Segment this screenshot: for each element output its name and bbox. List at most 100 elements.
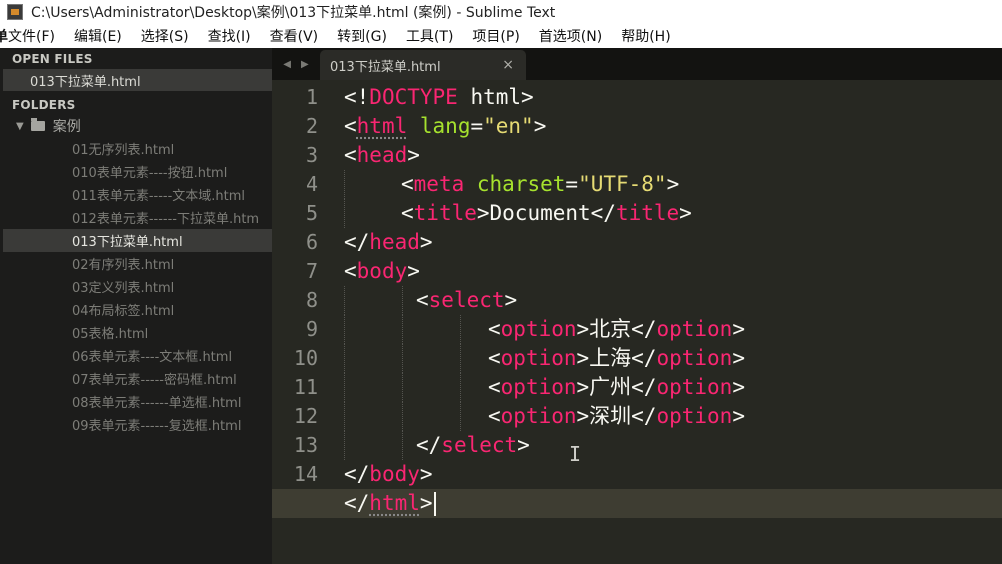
menu-cut-char: 单	[0, 29, 8, 45]
code-line: <option>北京</option>	[344, 315, 1002, 344]
code-token: select	[441, 433, 518, 457]
open-files-header: OPEN FILES	[12, 52, 93, 66]
code-token: "UTF-8"	[578, 172, 667, 196]
code-area[interactable]: <!DOCTYPE html> <html lang="en"> <head> …	[272, 83, 1002, 518]
code-line: <title>Document</title>	[344, 199, 1002, 228]
code-token: html	[369, 491, 420, 515]
code-token: >广州</	[576, 375, 657, 399]
line-number: 6	[305, 230, 318, 254]
code-line: <select>	[344, 286, 1002, 315]
line-number: 9	[305, 317, 318, 341]
sublime-app-icon	[7, 4, 23, 20]
code-line: <body>	[344, 257, 1002, 286]
code-token: >深圳</	[576, 404, 657, 428]
line-number: 1	[305, 85, 318, 109]
window-title: C:\Users\Administrator\Desktop\案例\013下拉菜…	[31, 5, 556, 21]
code-line: </head>	[344, 228, 1002, 257]
code-line: <html lang="en">	[344, 112, 1002, 141]
menu-view[interactable]: 查看(V)	[270, 26, 319, 46]
disclosure-triangle-icon[interactable]: ▼	[16, 121, 24, 132]
code-token: >	[679, 201, 692, 225]
file-item[interactable]: 02有序列表.html	[0, 252, 272, 275]
menu-help[interactable]: 帮助(H)	[621, 26, 670, 46]
file-item[interactable]: 01无序列表.html	[0, 137, 272, 160]
code-token: <	[344, 143, 357, 167]
menu-find[interactable]: 查找(I)	[208, 26, 251, 46]
code-line: </body>	[344, 460, 1002, 489]
code-token: >	[407, 259, 420, 283]
code-token: <	[488, 375, 501, 399]
tab-label: 013下拉菜单.html	[330, 59, 441, 75]
code-token: title	[413, 201, 477, 225]
code-token: >	[732, 404, 745, 428]
code-token: <	[488, 346, 501, 370]
indent-guide	[402, 373, 403, 402]
indent-guide	[344, 431, 345, 460]
file-item[interactable]: 011表单元素-----文本域.html	[0, 183, 272, 206]
code-token: <!	[344, 85, 370, 109]
tab-bar: ◀ ▶ 013下拉菜单.html ×	[272, 48, 1002, 80]
code-line: <head>	[344, 141, 1002, 170]
file-item-active[interactable]: 013下拉菜单.html	[3, 229, 272, 252]
code-token: </	[344, 491, 370, 515]
line-number: 5	[305, 201, 318, 225]
code-token: >	[533, 114, 547, 138]
open-file-item[interactable]: 013下拉菜单.html	[3, 69, 272, 91]
menu-selection[interactable]: 选择(S)	[141, 26, 189, 46]
code-token: body	[356, 259, 408, 283]
code-token: option	[500, 317, 577, 341]
menu-preferences[interactable]: 首选项(N)	[539, 26, 602, 46]
file-item[interactable]: 09表单元素------复选框.html	[0, 413, 272, 436]
tab-scroll-left-icon[interactable]: ◀	[283, 59, 291, 70]
file-item[interactable]: 07表单元素-----密码框.html	[0, 367, 272, 390]
code-token: html	[356, 114, 408, 138]
code-token: =	[470, 114, 484, 138]
folder-icon	[30, 118, 45, 131]
indent-guide	[344, 373, 345, 402]
ibeam-cursor-icon: I	[569, 442, 582, 466]
file-item[interactable]: 04布局标签.html	[0, 298, 272, 321]
file-item[interactable]: 010表单元素----按钮.html	[0, 160, 272, 183]
code-token: >上海</	[576, 346, 657, 370]
code-token: head	[356, 143, 408, 167]
code-token: option	[500, 404, 577, 428]
file-item[interactable]: 012表单元素------下拉菜单.htm	[0, 206, 272, 229]
indent-guide	[460, 344, 461, 373]
indent-guide	[460, 373, 461, 402]
code-token: title	[615, 201, 680, 225]
menu-goto[interactable]: 转到(G)	[337, 26, 387, 46]
code-token: option	[500, 346, 577, 370]
menu-tools[interactable]: 工具(T)	[406, 26, 453, 46]
folder-root[interactable]: ▼ 案例	[0, 115, 272, 137]
line-number: 3	[305, 143, 318, 167]
tab-scroll-right-icon[interactable]: ▶	[301, 59, 309, 70]
menu-project[interactable]: 项目(P)	[472, 26, 519, 46]
line-number: 11	[293, 375, 318, 399]
indent-guide	[402, 431, 403, 460]
sidebar: OPEN FILES 013下拉菜单.html FOLDERS ▼ 案例 01无…	[0, 48, 272, 564]
tab-active-file[interactable]: 013下拉菜单.html ×	[320, 50, 526, 80]
code-token: <	[344, 114, 357, 138]
folder-name: 案例	[52, 119, 81, 135]
line-number: 7	[305, 259, 318, 283]
file-item[interactable]: 03定义列表.html	[0, 275, 272, 298]
indent-guide	[460, 402, 461, 431]
code-token: </	[344, 230, 370, 254]
code-token: </	[344, 462, 370, 486]
file-item[interactable]: 05表格.html	[0, 321, 272, 344]
menu-edit[interactable]: 编辑(E)	[74, 26, 122, 46]
close-icon[interactable]: ×	[502, 57, 514, 73]
code-token: <	[401, 172, 414, 196]
indent-guide	[344, 344, 345, 373]
code-editor[interactable]: 1 2 3 4 5 6 7 8 9 10 11 12 13 14 15 <!DO…	[272, 80, 1002, 564]
code-token: DOCTYPE	[369, 85, 458, 109]
line-number: 13	[293, 433, 318, 457]
file-item[interactable]: 08表单元素------单选框.html	[0, 390, 272, 413]
indent-guide	[402, 315, 403, 344]
menu-file[interactable]: 文件(F)	[8, 26, 55, 46]
code-token: >	[517, 433, 530, 457]
code-token: >	[419, 462, 433, 486]
indent-guide	[344, 286, 345, 315]
file-item[interactable]: 06表单元素----文本框.html	[0, 344, 272, 367]
